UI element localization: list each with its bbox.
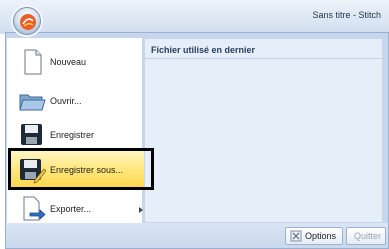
recent-files-panel: Fichier utilisé en dernier: [144, 38, 383, 223]
menu-item-ouvrir[interactable]: Ouvrir...: [7, 83, 143, 119]
open-folder-icon: [18, 87, 46, 115]
menu-item-label: Nouveau: [50, 57, 87, 67]
options-icon: [290, 230, 302, 242]
quit-button[interactable]: Quitter: [346, 227, 386, 245]
menu-item-nouveau[interactable]: Nouveau: [7, 44, 143, 80]
options-button[interactable]: Options: [285, 227, 343, 245]
save-as-icon: [18, 156, 47, 184]
title-bar: Sans titre - Stitch: [0, 0, 389, 34]
app-logo-icon: [20, 14, 36, 30]
menu-item-label: Exporter...: [50, 204, 92, 214]
menu-footer: Options Quitter: [6, 223, 388, 248]
menu-item-enregistrer[interactable]: Enregistrer: [7, 117, 143, 153]
quit-label: Quitter: [354, 231, 382, 241]
save-icon: [18, 121, 46, 149]
menu-item-label: Enregistrer: [50, 130, 95, 140]
submenu-arrow-icon: [139, 207, 143, 213]
export-icon: [18, 195, 46, 223]
recent-files-header: Fichier utilisé en dernier: [145, 39, 382, 59]
menu-item-label: Ouvrir...: [50, 96, 82, 106]
options-label: Options: [305, 231, 337, 241]
menu-item-exporter[interactable]: Exporter...: [7, 191, 143, 227]
window-title: Sans titre - Stitch: [312, 10, 381, 20]
new-document-icon: [18, 48, 46, 76]
menu-command-list: Nouveau Ouvrir... Enregistrer Enregistre…: [7, 38, 154, 223]
application-menu-button[interactable]: [13, 7, 41, 35]
menu-item-label: Enregistrer sous...: [50, 165, 124, 175]
menu-item-enregistrer-sous[interactable]: Enregistrer sous...: [7, 152, 143, 188]
